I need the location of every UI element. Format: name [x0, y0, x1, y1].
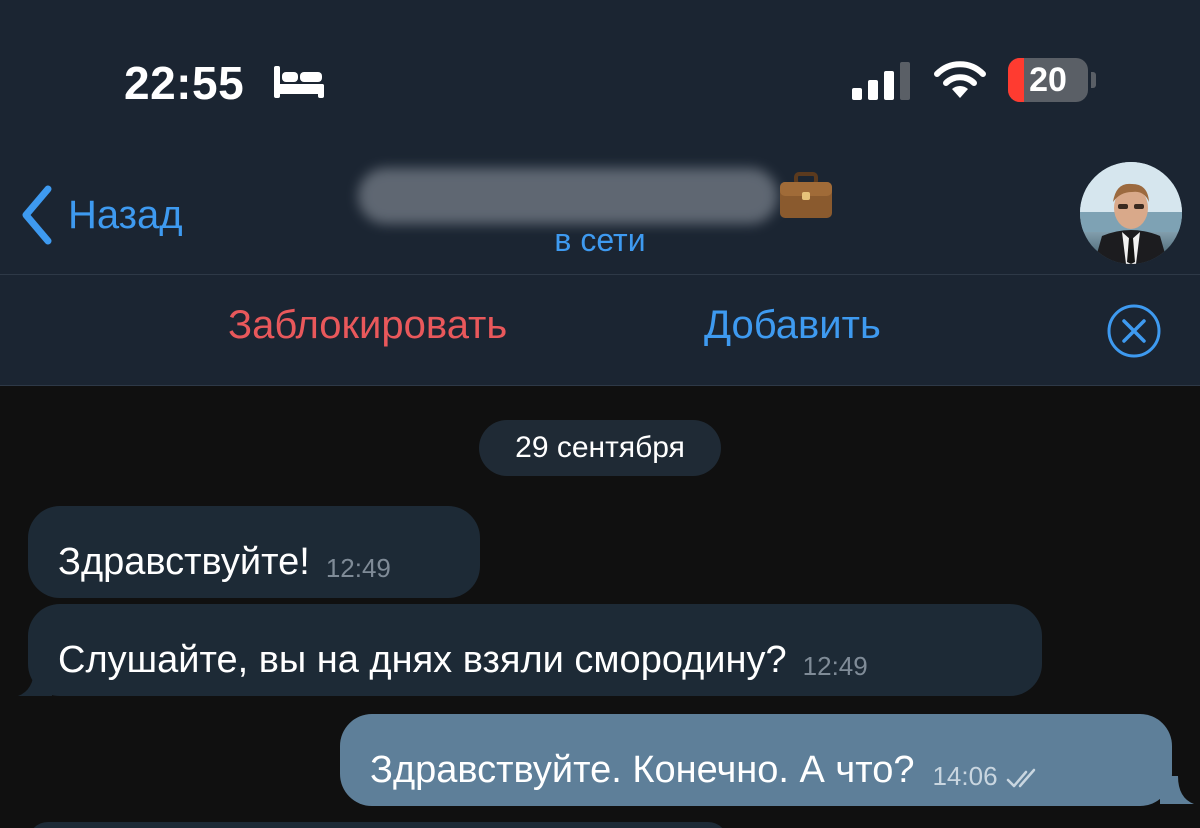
message-time: 14:06 — [932, 761, 998, 791]
chat-screen: 22:55 20 Назад в сети Заблокировать Доба… — [0, 0, 1200, 828]
close-icon[interactable] — [1106, 303, 1162, 359]
online-status: в сети — [554, 222, 646, 258]
date-separator: 29 сентября — [479, 420, 721, 476]
message-text: Слушайте, вы на днях взяли смородину? — [58, 639, 787, 681]
read-checkmarks-icon — [1006, 768, 1035, 788]
wifi-icon — [934, 61, 986, 98]
header-area: 22:55 20 Назад в сети — [0, 0, 1200, 274]
battery-level: 20 — [1029, 60, 1067, 99]
battery-cap — [1091, 72, 1096, 88]
avatar-photo — [1080, 162, 1182, 264]
message-bubble-incoming[interactable]: Слушайте, вы на днях взяли смородину? 12… — [28, 604, 1042, 696]
block-button[interactable]: Заблокировать — [228, 303, 507, 348]
bubble-tail-outgoing — [1160, 776, 1194, 804]
action-bar: Заблокировать Добавить — [0, 274, 1200, 386]
add-contact-button[interactable]: Добавить — [704, 303, 881, 348]
briefcase-icon — [780, 172, 832, 218]
avatar[interactable] — [1080, 162, 1182, 264]
message-bubble-outgoing[interactable]: Здравствуйте. Конечно. А что? 14:06 — [340, 714, 1172, 806]
battery-indicator: 20 — [1008, 58, 1088, 102]
message-bubble-incoming[interactable]: Здравствуйте! 12:49 — [28, 506, 480, 598]
message-text: Здравствуйте! — [58, 541, 310, 583]
message-bubble-incoming-partial — [28, 822, 728, 828]
cellular-signal-icon — [852, 62, 910, 100]
sleep-focus-icon — [274, 66, 324, 98]
message-text: Здравствуйте. Конечно. А что? — [370, 749, 915, 791]
message-time: 12:49 — [325, 553, 391, 583]
bubble-tail-incoming — [18, 668, 52, 696]
status-time: 22:55 — [124, 57, 245, 109]
blurred-contact-name — [358, 168, 778, 224]
message-time: 12:49 — [802, 651, 868, 681]
contact-title[interactable] — [358, 168, 838, 224]
